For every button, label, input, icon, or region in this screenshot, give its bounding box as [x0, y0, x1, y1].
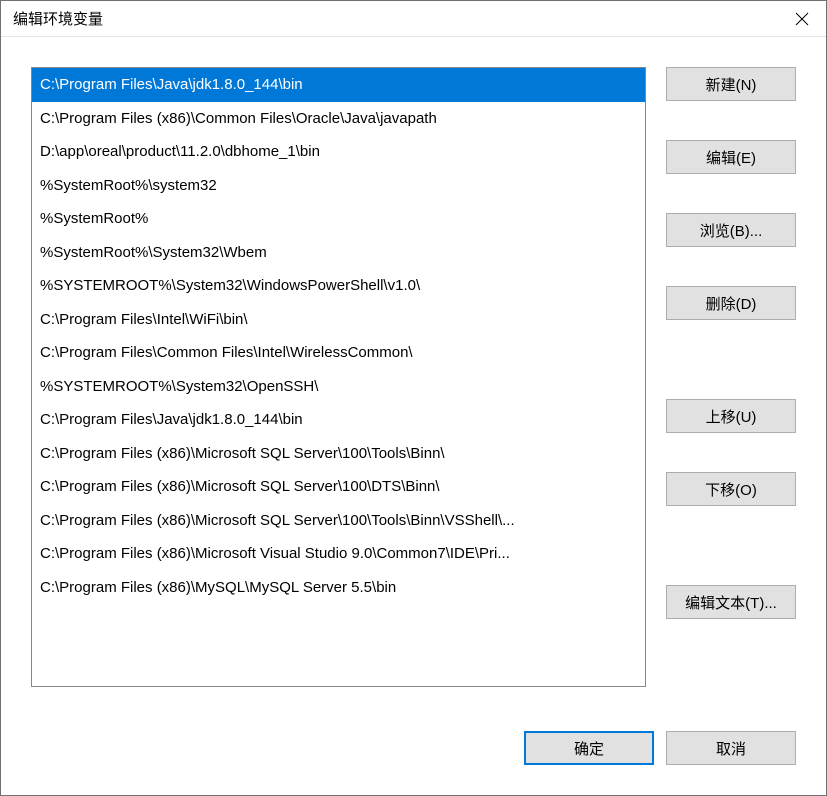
ok-button[interactable]: 确定 [524, 731, 654, 765]
path-list[interactable]: C:\Program Files\Java\jdk1.8.0_144\binC:… [31, 67, 646, 687]
close-icon [795, 12, 809, 26]
move-down-button[interactable]: 下移(O) [666, 472, 796, 506]
list-item[interactable]: C:\Program Files (x86)\Microsoft SQL Ser… [32, 437, 645, 471]
list-item[interactable]: C:\Program Files (x86)\Microsoft SQL Ser… [32, 470, 645, 504]
list-item[interactable]: %SYSTEMROOT%\System32\OpenSSH\ [32, 370, 645, 404]
button-column: 新建(N) 编辑(E) 浏览(B)... 删除(D) 上移(U) 下移(O) 编… [666, 67, 796, 711]
spacer [666, 332, 796, 387]
list-item[interactable]: C:\Program Files (x86)\Microsoft Visual … [32, 537, 645, 571]
delete-button[interactable]: 删除(D) [666, 286, 796, 320]
list-item[interactable]: C:\Program Files (x86)\Microsoft SQL Ser… [32, 504, 645, 538]
list-item[interactable]: C:\Program Files\Intel\WiFi\bin\ [32, 303, 645, 337]
dialog-window: 编辑环境变量 C:\Program Files\Java\jdk1.8.0_14… [0, 0, 827, 796]
spacer [666, 113, 796, 128]
close-button[interactable] [790, 7, 814, 31]
list-item[interactable]: %SystemRoot% [32, 202, 645, 236]
list-item[interactable]: D:\app\oreal\product\11.2.0\dbhome_1\bin [32, 135, 645, 169]
list-item[interactable]: C:\Program Files (x86)\Common Files\Orac… [32, 102, 645, 136]
list-item[interactable]: %SystemRoot%\System32\Wbem [32, 236, 645, 270]
title-bar: 编辑环境变量 [1, 1, 826, 37]
list-item[interactable]: C:\Program Files\Java\jdk1.8.0_144\bin [32, 68, 645, 102]
spacer [666, 445, 796, 460]
edit-button[interactable]: 编辑(E) [666, 140, 796, 174]
content-area: C:\Program Files\Java\jdk1.8.0_144\binC:… [1, 37, 826, 731]
list-item[interactable]: %SystemRoot%\system32 [32, 169, 645, 203]
cancel-button[interactable]: 取消 [666, 731, 796, 765]
list-item[interactable]: C:\Program Files\Common Files\Intel\Wire… [32, 336, 645, 370]
list-item[interactable]: %SYSTEMROOT%\System32\WindowsPowerShell\… [32, 269, 645, 303]
spacer [666, 186, 796, 201]
spacer [666, 518, 796, 573]
footer: 确定 取消 [1, 731, 826, 795]
new-button[interactable]: 新建(N) [666, 67, 796, 101]
edit-text-button[interactable]: 编辑文本(T)... [666, 585, 796, 619]
browse-button[interactable]: 浏览(B)... [666, 213, 796, 247]
spacer [666, 259, 796, 274]
window-title: 编辑环境变量 [13, 8, 103, 29]
list-item[interactable]: C:\Program Files (x86)\MySQL\MySQL Serve… [32, 571, 645, 605]
list-item[interactable]: C:\Program Files\Java\jdk1.8.0_144\bin [32, 403, 645, 437]
move-up-button[interactable]: 上移(U) [666, 399, 796, 433]
